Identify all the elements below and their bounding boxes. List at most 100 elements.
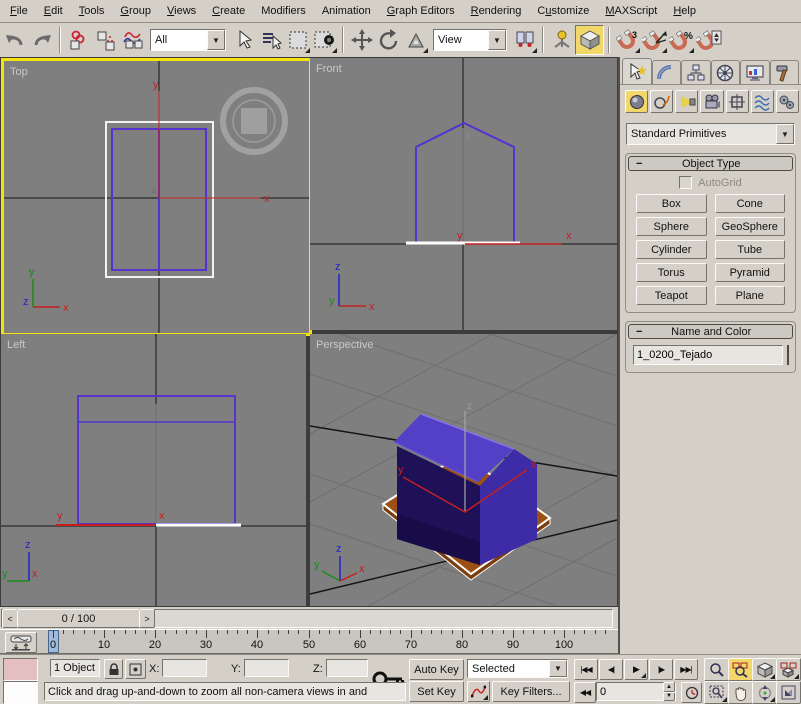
redo-button[interactable] — [28, 26, 55, 54]
zoom-extents-all-button[interactable] — [776, 658, 801, 681]
object-type-rollout-header[interactable]: − Object Type — [628, 156, 793, 171]
object-type-cone-button[interactable]: Cone — [715, 194, 786, 213]
tab-display[interactable] — [740, 60, 770, 84]
category-geometry-button[interactable] — [625, 90, 648, 113]
menu-graph-editors[interactable]: Graph Editors — [379, 2, 463, 20]
next-frame-arrow-button[interactable]: > — [139, 609, 155, 628]
select-and-manipulate-button[interactable] — [548, 26, 575, 54]
arc-rotate-button[interactable] — [752, 681, 777, 704]
menu-rendering[interactable]: Rendering — [463, 2, 530, 20]
spinner-down-icon[interactable]: ▼ — [663, 692, 675, 702]
angle-snap-magnet-button[interactable] — [641, 26, 668, 54]
object-name-input[interactable] — [633, 345, 783, 365]
viewport-left-label[interactable]: Left — [7, 339, 25, 351]
house-object-front-wire[interactable] — [416, 123, 514, 244]
select-and-scale-button[interactable] — [402, 26, 429, 54]
category-spacewarps-button[interactable] — [751, 90, 774, 113]
viewport-top[interactable]: y x z y x z Top — [1, 58, 312, 336]
category-cameras-button[interactable] — [700, 90, 723, 113]
snaps-toggle-button[interactable] — [575, 25, 604, 55]
viewport-perspective[interactable]: y x z z y x Perspective — [310, 334, 617, 606]
next-frame-button[interactable]: |▶ — [649, 659, 673, 680]
viewport-top-label[interactable]: Top — [10, 66, 28, 78]
tab-create[interactable] — [622, 58, 652, 84]
object-type-torus-button[interactable]: Torus — [636, 263, 707, 282]
object-type-plane-button[interactable]: Plane — [715, 286, 786, 305]
frame-spinner[interactable]: ▲ ▼ — [663, 682, 675, 701]
select-object-button[interactable] — [230, 26, 257, 54]
select-and-link-icon[interactable] — [65, 26, 92, 54]
go-to-end-button[interactable]: ▶▶| — [674, 659, 698, 680]
viewport-left[interactable]: y x z y x Left — [1, 334, 306, 606]
viewport-perspective-label[interactable]: Perspective — [316, 339, 373, 351]
menu-views[interactable]: Views — [159, 2, 204, 20]
autogrid-checkbox[interactable] — [679, 176, 692, 189]
maxscript-listener-pink[interactable] — [3, 658, 38, 681]
menu-modifiers[interactable]: Modifiers — [253, 2, 314, 20]
y-coordinate-field[interactable] — [244, 659, 289, 677]
menu-create[interactable]: Create — [204, 2, 253, 20]
menu-tools[interactable]: Tools — [71, 2, 113, 20]
select-and-rotate-button[interactable] — [375, 26, 402, 54]
open-mini-curve-editor-button[interactable] — [5, 632, 37, 653]
previous-frame-arrow-button[interactable]: < — [2, 609, 18, 628]
primitives-category-dropdown[interactable]: Standard Primitives ▼ — [626, 123, 795, 145]
x-coordinate-field[interactable] — [162, 659, 207, 677]
name-color-rollout-header[interactable]: − Name and Color — [628, 324, 793, 339]
track-bar[interactable]: 0102030405060708090100 — [0, 629, 618, 654]
menu-file[interactable]: File — [2, 2, 36, 20]
min-max-toggle-button[interactable] — [776, 681, 801, 704]
category-systems-button[interactable] — [776, 90, 799, 113]
bind-to-spacewarp-icon[interactable] — [119, 26, 146, 54]
previous-frame-button[interactable]: ◀| — [599, 659, 623, 680]
viewport-front[interactable]: y x z z x y Front — [310, 58, 617, 330]
menu-maxscript[interactable]: MAXScript — [597, 2, 665, 20]
select-and-move-button[interactable] — [348, 26, 375, 54]
chevron-down-icon[interactable]: ▼ — [776, 124, 794, 144]
default-tangent-curve-button[interactable] — [467, 681, 490, 702]
object-color-swatch[interactable] — [787, 345, 789, 365]
object-type-geosphere-button[interactable]: GeoSphere — [715, 217, 786, 236]
key-filters-button[interactable]: Key Filters... — [492, 681, 570, 702]
zoom-extents-button[interactable] — [752, 658, 777, 681]
category-shapes-button[interactable] — [650, 90, 673, 113]
maxscript-listener-white[interactable] — [3, 681, 38, 704]
rectangular-selection-region-button[interactable] — [284, 26, 311, 54]
object-type-box-button[interactable]: Box — [636, 194, 707, 213]
menu-edit[interactable]: Edit — [36, 2, 71, 20]
zoom-button[interactable] — [704, 658, 729, 681]
select-by-name-button[interactable] — [257, 26, 284, 54]
zoom-all-button[interactable] — [728, 658, 753, 681]
go-to-start-button[interactable]: |◀◀ — [574, 659, 598, 680]
menu-help[interactable]: Help — [665, 2, 704, 20]
chevron-down-icon[interactable]: ▼ — [488, 30, 506, 50]
chevron-down-icon[interactable]: ▼ — [549, 660, 567, 677]
category-helpers-button[interactable] — [726, 90, 749, 113]
absolute-offset-toggle[interactable] — [125, 659, 146, 679]
tab-utilities[interactable] — [770, 60, 800, 84]
chevron-down-icon[interactable]: ▼ — [207, 30, 225, 50]
use-pivot-center-button[interactable] — [511, 26, 538, 54]
menu-group[interactable]: Group — [112, 2, 159, 20]
percent-snap-magnet-button[interactable]: % — [668, 26, 695, 54]
region-zoom-button[interactable] — [704, 681, 729, 704]
window-crossing-toggle-button[interactable] — [311, 26, 338, 54]
auto-key-button[interactable]: Auto Key — [409, 659, 464, 680]
time-slider-handle[interactable]: 0 / 100 — [17, 609, 140, 628]
viewport-front-label[interactable]: Front — [316, 63, 342, 75]
object-type-sphere-button[interactable]: Sphere — [636, 217, 707, 236]
unlink-selection-icon[interactable] — [92, 26, 119, 54]
menu-animation[interactable]: Animation — [314, 2, 379, 20]
selection-filter-dropdown[interactable]: All ▼ — [150, 29, 226, 51]
object-type-pyramid-button[interactable]: Pyramid — [715, 263, 786, 282]
set-key-button[interactable]: Set Key — [409, 681, 464, 702]
object-type-cylinder-button[interactable]: Cylinder — [636, 240, 707, 259]
object-type-teapot-button[interactable]: Teapot — [636, 286, 707, 305]
key-mode-dropdown[interactable]: Selected ▼ — [467, 659, 568, 678]
reference-coordinate-dropdown[interactable]: View ▼ — [433, 29, 507, 51]
spinner-snap-magnet-button[interactable] — [695, 26, 722, 54]
play-animation-button[interactable]: ▶ — [624, 659, 648, 680]
pan-hand-button[interactable] — [728, 681, 753, 704]
tab-hierarchy[interactable] — [681, 60, 711, 84]
key-mode-toggle-button[interactable]: ◀◀ — [574, 682, 596, 703]
